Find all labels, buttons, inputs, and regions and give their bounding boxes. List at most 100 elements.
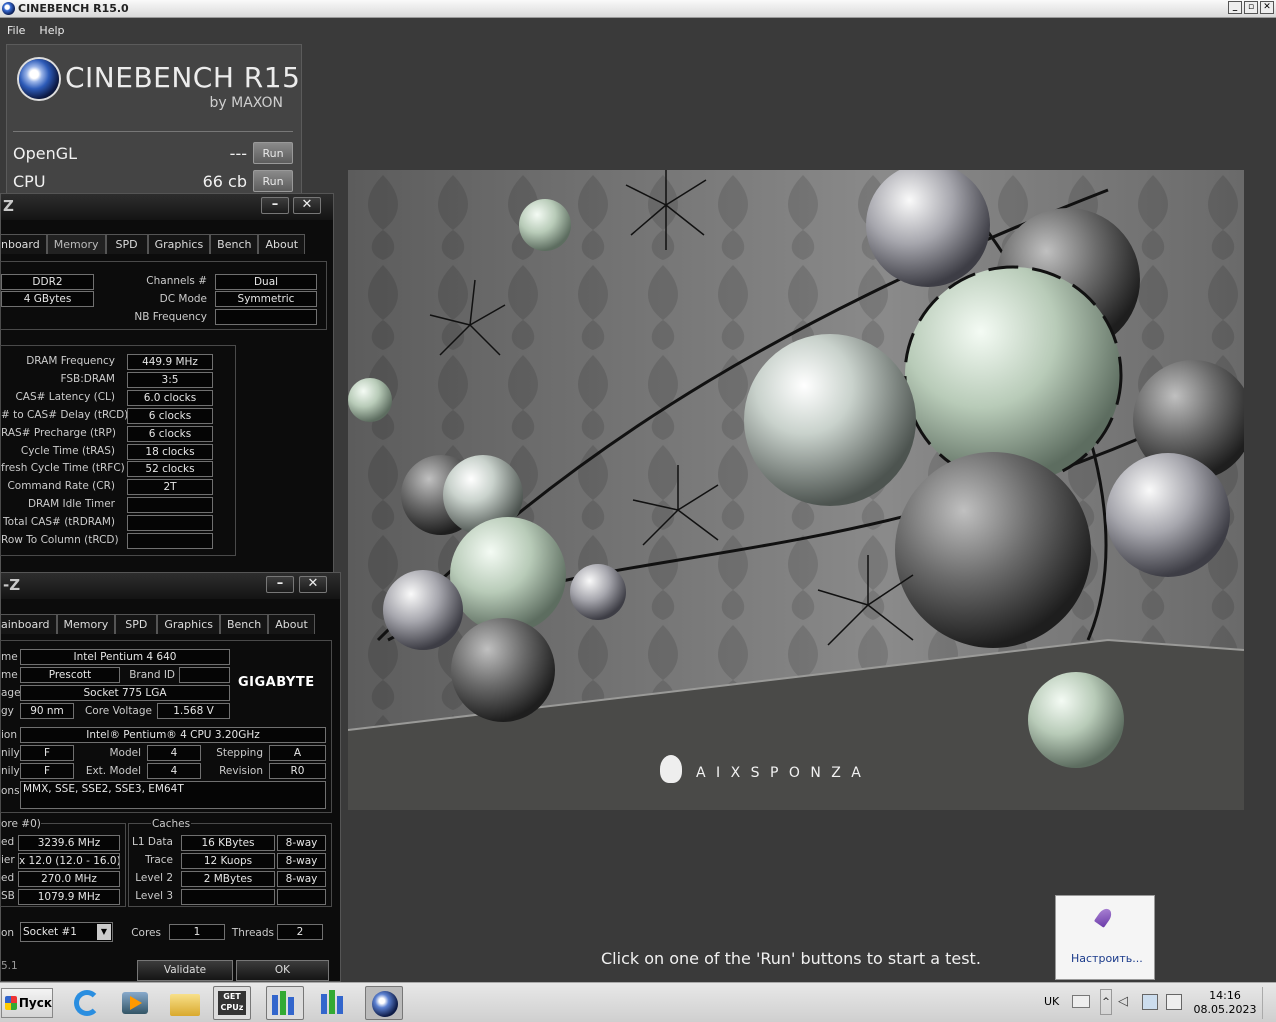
run-cpu-button[interactable]: Run: [253, 170, 293, 192]
selection-label: on: [1, 927, 15, 939]
cpuz-minimize-button[interactable]: –: [266, 576, 294, 593]
media-player-icon[interactable]: [116, 986, 154, 1020]
menu-help[interactable]: Help: [39, 24, 64, 37]
cinebench-app-icon: [2, 2, 15, 15]
tab-graphics[interactable]: Graphics: [157, 614, 220, 634]
revision-field: R0: [269, 763, 326, 779]
cache-way-field: 8-way: [277, 835, 326, 851]
cache-label: Trace: [145, 854, 173, 866]
title-bar: CINEBENCH R15.0 _ ▫ ✕: [0, 0, 1276, 18]
cinebench-logo-icon: [19, 59, 59, 99]
socket-select[interactable]: Socket #1 ▼: [20, 922, 113, 942]
tray-expand-icon[interactable]: ^: [1100, 989, 1112, 1015]
timing-label: DRAM Idle Timer: [27, 498, 115, 511]
internet-explorer-icon[interactable]: [68, 986, 106, 1020]
clock-label: ed: [1, 836, 15, 848]
test-name: CPU: [13, 171, 46, 191]
timing-value-field: 6.0 clocks: [127, 389, 213, 406]
tab-about[interactable]: About: [268, 614, 315, 634]
cinebench-taskbar-icon[interactable]: [365, 986, 403, 1020]
brand-id-label: Brand ID: [129, 669, 175, 681]
brand-title: CINEBENCH R15: [65, 61, 301, 94]
keyboard-icon[interactable]: [1072, 995, 1090, 1008]
tab-mainboard[interactable]: nboard: [1, 234, 47, 254]
explorer-folder-icon[interactable]: [166, 986, 204, 1020]
edge-label: ons: [1, 785, 20, 797]
clock-date: 08.05.2023: [1193, 1003, 1257, 1016]
cache-way-field: [277, 889, 326, 905]
cache-size-field: [181, 889, 275, 905]
cpuz-window-icon[interactable]: [266, 986, 304, 1020]
tab-memory[interactable]: Memory: [46, 234, 106, 254]
tab-bench[interactable]: Bench: [210, 234, 259, 254]
cache-label: Level 2: [135, 872, 173, 884]
menu-file[interactable]: File: [7, 24, 25, 37]
test-score: ---: [229, 143, 247, 163]
tab-spd[interactable]: SPD: [105, 234, 148, 254]
tab-spd[interactable]: SPD: [115, 614, 158, 634]
tab-memory[interactable]: Memory: [56, 614, 116, 634]
clock-label: ed: [1, 872, 15, 884]
package-field: Socket 775 LGA: [20, 685, 230, 701]
show-desktop-button[interactable]: [1262, 987, 1274, 1019]
cpuz-close-button[interactable]: ✕: [293, 197, 321, 214]
clock-time: 14:16: [1209, 989, 1241, 1002]
close-button[interactable]: ✕: [1260, 1, 1274, 14]
core-voltage-field: 1.568 V: [157, 703, 230, 719]
divider: [13, 131, 293, 132]
timing-value-field: [127, 497, 213, 514]
timing-label: Total CAS# (tRDRAM): [3, 516, 115, 529]
action-center-icon[interactable]: [1166, 994, 1182, 1010]
feather-icon: [1093, 906, 1115, 928]
tab-graphics[interactable]: Graphics: [147, 234, 211, 254]
cpuz-close-button[interactable]: ✕: [299, 576, 327, 593]
validate-button[interactable]: Validate: [137, 960, 233, 981]
cpuz-cpu-window: -Z – ✕ ainboard Memory SPD Graphics Benc…: [0, 572, 341, 982]
clock-value-field: 270.0 MHz: [18, 871, 120, 887]
ext-model-field: 4: [147, 763, 201, 779]
edge-label: nily: [1, 747, 20, 759]
stepping-label: Stepping: [216, 747, 263, 759]
notification-popup[interactable]: Настроить...: [1055, 895, 1155, 980]
timing-value-field: 2T: [127, 479, 213, 496]
cores-label: Cores: [131, 927, 161, 939]
tab-about[interactable]: About: [258, 234, 306, 254]
dc-mode-label: DC Mode: [159, 293, 207, 305]
maximize-button[interactable]: ▫: [1244, 1, 1258, 14]
cpuz-title: Z: [3, 197, 14, 215]
edge-label: me: [1, 669, 18, 681]
timing-value-field: 6 clocks: [127, 407, 213, 424]
network-icon[interactable]: [1142, 994, 1158, 1010]
minimize-button[interactable]: _: [1228, 1, 1242, 14]
cache-way-field: 8-way: [277, 871, 326, 887]
run-opengl-button[interactable]: Run: [253, 142, 293, 164]
cpuz-window-icon-2[interactable]: [316, 986, 354, 1020]
chevron-down-icon[interactable]: ▼: [97, 924, 111, 940]
window-title: CINEBENCH R15.0: [18, 2, 129, 15]
clock-value-field: 1079.9 MHz: [18, 889, 120, 905]
brand-id-field: [179, 667, 230, 683]
cpu-name-field: Intel Pentium 4 640: [20, 649, 230, 665]
technology-field: 90 nm: [20, 703, 74, 719]
notification-text[interactable]: Настроить...: [1071, 952, 1143, 965]
nb-frequency-label: NB Frequency: [134, 311, 207, 323]
brand-subtitle: by MAXON: [209, 95, 283, 111]
tab-mainboard[interactable]: ainboard: [1, 614, 57, 634]
menu-bar: File Help: [0, 19, 1276, 41]
test-row-opengl: OpenGL --- Run: [13, 142, 293, 164]
cinebench-panel: CINEBENCH R15 by MAXON OpenGL --- Run CP…: [6, 44, 302, 194]
cpuz-taskbar-icon[interactable]: GET CPUz: [213, 986, 251, 1020]
memory-type-field: DDR2: [1, 274, 94, 290]
timing-value-field: 18 clocks: [127, 443, 213, 460]
clock[interactable]: 14:16 08.05.2023: [1192, 989, 1258, 1017]
timing-label: Cycle Time (tRAS): [20, 444, 115, 457]
cpuz-minimize-button[interactable]: –: [261, 197, 289, 214]
language-indicator[interactable]: UK: [1044, 995, 1059, 1008]
volume-icon[interactable]: ◁: [1118, 994, 1134, 1010]
start-button[interactable]: Пуск: [1, 988, 53, 1018]
timing-label: fresh Cycle Time (tRFC): [1, 462, 125, 475]
clock-label: ier: [1, 854, 15, 866]
clock-label: SB: [1, 890, 15, 902]
tab-bench[interactable]: Bench: [219, 614, 269, 634]
ok-button[interactable]: OK: [236, 960, 329, 981]
